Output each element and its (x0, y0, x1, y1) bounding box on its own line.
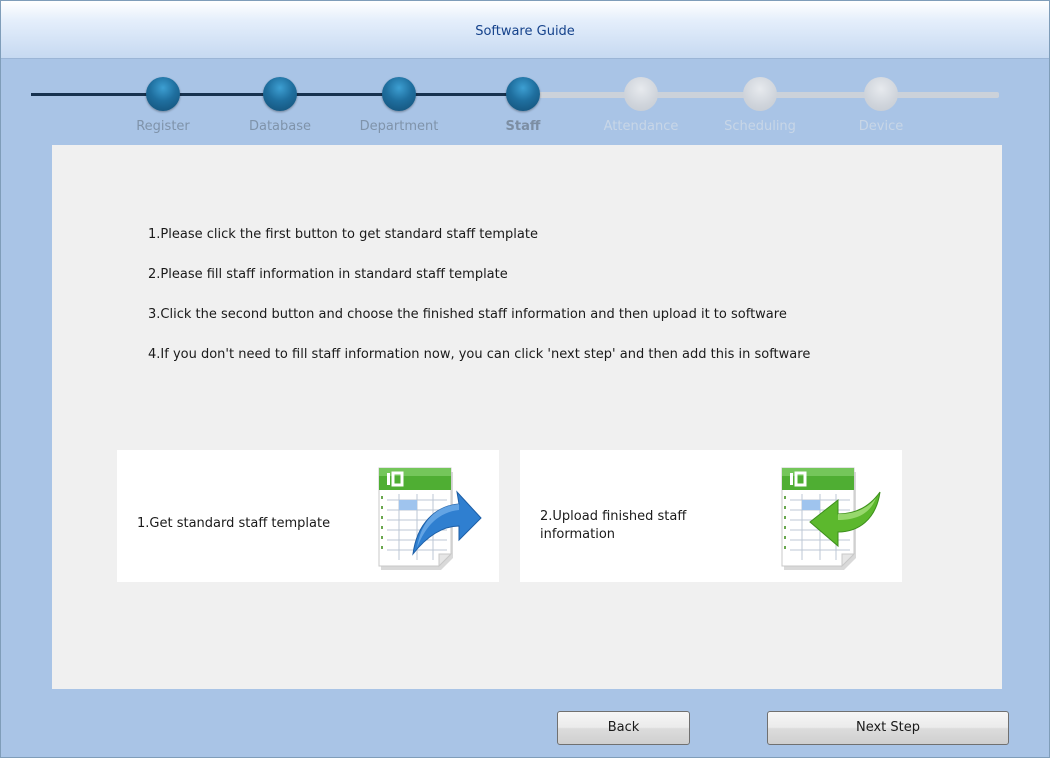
step-register: Register (108, 59, 218, 145)
step-scheduling-label: Scheduling (724, 119, 796, 134)
step-attendance: Attendance (586, 59, 696, 145)
step-scheduling: Scheduling (705, 59, 815, 145)
step-device: Device (826, 59, 936, 145)
wizard-stepper: Register Database Department Staff Atten… (1, 59, 1050, 145)
step-attendance-label: Attendance (603, 119, 679, 134)
step-staff-dot (506, 77, 540, 111)
step-device-label: Device (858, 119, 904, 134)
instruction-item: 2.Please fill staff information in stand… (148, 267, 508, 282)
get-template-label: 1.Get standard staff template (137, 516, 331, 531)
get-template-button[interactable]: 1.Get standard staff template (117, 450, 499, 582)
next-step-button[interactable]: Next Step (767, 711, 1009, 745)
step-device-dot (864, 77, 898, 111)
step-department: Department (344, 59, 454, 145)
step-register-dot (146, 77, 180, 111)
step-register-label: Register (136, 119, 190, 134)
window-title: Software Guide (475, 24, 575, 39)
step-attendance-dot (624, 77, 658, 111)
content-panel: 1.Please click the first button to get s… (52, 145, 1002, 689)
step-database-dot (263, 77, 297, 111)
instruction-item: 4.If you don't need to fill staff inform… (148, 347, 811, 362)
step-department-label: Department (359, 119, 439, 134)
upload-label-line2: information (540, 527, 616, 542)
step-staff-label: Staff (505, 119, 541, 134)
instruction-list: 1.Please click the first button to get s… (148, 225, 810, 385)
instruction-item: 3.Click the second button and choose the… (148, 307, 787, 322)
upload-label-line1: 2.Upload finished staff (540, 509, 687, 524)
spreadsheet-import-icon (781, 467, 881, 570)
back-button[interactable]: Back (557, 711, 690, 745)
step-staff: Staff (468, 59, 578, 145)
step-database: Database (225, 59, 335, 145)
upload-staff-label: 2.Upload finished staff information (540, 508, 686, 544)
instruction-item: 1.Please click the first button to get s… (148, 227, 538, 242)
title-bar: Software Guide (1, 1, 1049, 59)
spreadsheet-export-icon (378, 467, 482, 570)
step-database-label: Database (248, 119, 312, 134)
step-department-dot (382, 77, 416, 111)
software-guide-window: Software Guide Register Database Departm… (0, 0, 1050, 758)
upload-staff-button[interactable]: 2.Upload finished staff information (520, 450, 902, 582)
step-scheduling-dot (743, 77, 777, 111)
